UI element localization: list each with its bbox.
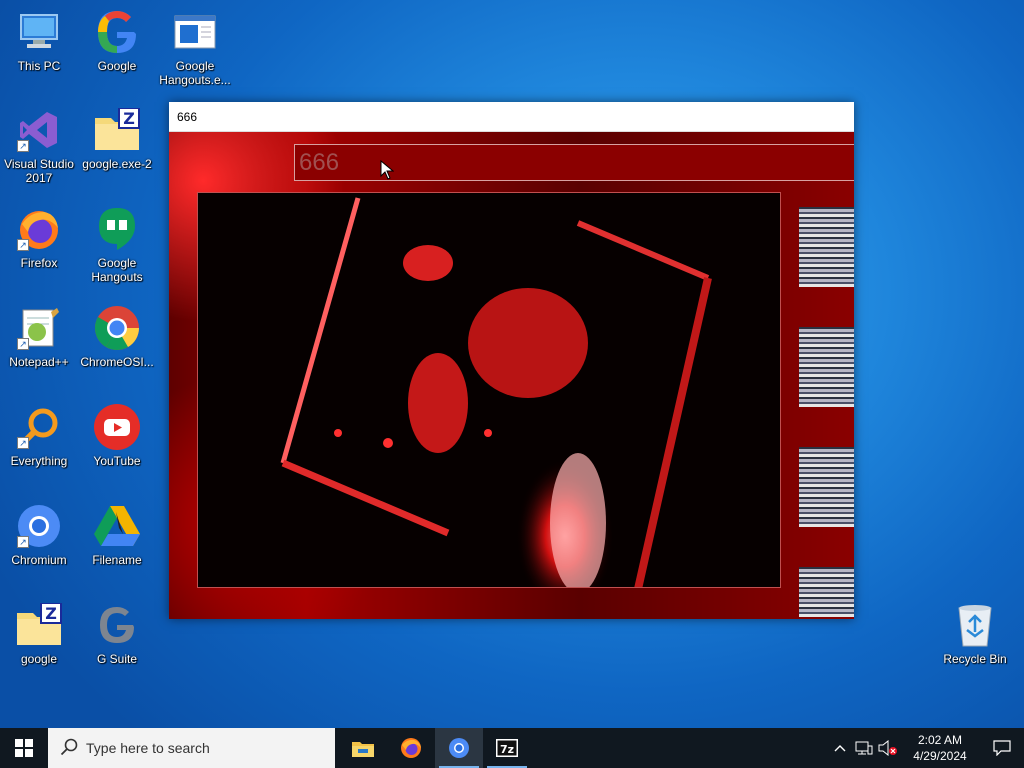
desktop-icon-label: Recycle Bin (943, 652, 1007, 666)
desktop-icon-label: Firefox (20, 256, 58, 270)
shortcut-arrow-icon: ↗ (17, 140, 29, 152)
taskbar-7zip[interactable]: 7z (483, 728, 531, 768)
svg-text:7z: 7z (500, 743, 514, 756)
hangouts-icon (93, 205, 141, 253)
shortcut-arrow-icon: ↗ (17, 338, 29, 350)
taskbar: Type here to search 7z 2:02 AM 4/29/2024 (0, 728, 1024, 768)
desktop-icon-label: Notepad++ (9, 355, 69, 369)
zip-folder-icon: Z (15, 601, 63, 649)
network-icon (855, 741, 873, 755)
volume-muted-icon (878, 740, 897, 756)
video-player[interactable] (197, 192, 781, 588)
firefox-icon: ↗ (15, 205, 63, 253)
magnifier-icon: ↗ (15, 403, 63, 451)
desktop-icon-label: ChromeOSI... (80, 355, 154, 369)
visual-studio-icon: ↗ (15, 106, 63, 154)
7zip-icon: 7z (496, 739, 518, 757)
volume-control[interactable] (876, 728, 900, 768)
desktop-icon-google-hangouts[interactable]: Google Hangouts (78, 205, 156, 284)
shortcut-arrow-icon: ↗ (17, 437, 29, 449)
related-thumbnails (799, 207, 854, 619)
taskbar-file-explorer[interactable] (339, 728, 387, 768)
desktop-icon-google-zip-2[interactable]: Z google.exe-2 (78, 106, 156, 171)
tray-overflow-chevron[interactable] (828, 728, 852, 768)
svg-text:Z: Z (45, 604, 57, 623)
app-window-icon (171, 8, 219, 56)
desktop-icon-label: This PC (17, 59, 61, 73)
system-tray: 2:02 AM 4/29/2024 (828, 728, 1024, 768)
clock-time: 2:02 AM (917, 733, 963, 747)
file-explorer-icon (352, 742, 374, 757)
app-window[interactable]: 666 666 (169, 102, 854, 619)
window-title[interactable]: 666 (169, 102, 854, 132)
desktop-icon-everything[interactable]: ↗ Everything (0, 403, 78, 468)
desktop-icon-notepad-plus[interactable]: ↗ Notepad++ (0, 304, 78, 369)
google-logo-icon (93, 8, 141, 56)
taskbar-chromium[interactable] (435, 728, 483, 768)
desktop-icon-label: Google Hangouts (91, 256, 143, 284)
shortcut-arrow-icon: ↗ (17, 239, 29, 251)
clock-date: 4/29/2024 (913, 749, 967, 763)
desktop-icon-this-pc[interactable]: This PC (0, 8, 78, 73)
desktop-icon-firefox[interactable]: ↗ Firefox (0, 205, 78, 270)
desktop-icon-label: YouTube (93, 454, 141, 468)
mouse-cursor-icon (380, 159, 395, 185)
search-icon (60, 738, 78, 759)
notification-icon (993, 740, 1011, 756)
chrome-icon (93, 304, 141, 352)
drive-icon (93, 502, 141, 550)
thumbnail[interactable] (799, 447, 854, 527)
desktop-icon-chromeosi[interactable]: ChromeOSI... (78, 304, 156, 369)
notepad-plus-icon: ↗ (15, 304, 63, 352)
desktop-icon-chromium[interactable]: ↗ Chromium (0, 502, 78, 567)
shortcut-arrow-icon: ↗ (17, 536, 29, 548)
computer-icon (15, 8, 63, 56)
recycle-bin-icon (951, 601, 999, 649)
chromium-icon (449, 738, 469, 758)
desktop-icon-youtube[interactable]: YouTube (78, 403, 156, 468)
desktop-icon-label: Chromium (11, 553, 67, 567)
desktop-icon-visual-studio[interactable]: ↗ Visual Studio 2017 (0, 106, 78, 185)
desktop-icon-label: Visual Studio 2017 (4, 157, 74, 185)
desktop-icon-label: Filename (92, 553, 142, 567)
desktop-icon-google[interactable]: Google (78, 8, 156, 73)
firefox-icon (401, 738, 421, 758)
desktop-icon-g-suite[interactable]: G Suite (78, 601, 156, 666)
desktop-icon-google-hangouts-exe[interactable]: Google Hangouts.e... (156, 8, 234, 87)
taskbar-firefox[interactable] (387, 728, 435, 768)
clock[interactable]: 2:02 AM 4/29/2024 (900, 732, 980, 764)
desktop-icon-label: google.exe-2 (82, 157, 152, 171)
desktop-icon-filename[interactable]: Filename (78, 502, 156, 567)
desktop-icon-label: Google (97, 59, 137, 73)
window-content: 666 (169, 132, 854, 619)
thumbnail[interactable] (799, 207, 854, 287)
search-input[interactable]: 666 (294, 144, 854, 181)
network-status[interactable] (852, 728, 876, 768)
thumbnail[interactable] (799, 567, 854, 617)
desktop-icon-label: Everything (10, 454, 68, 468)
chevron-up-icon (834, 745, 846, 752)
thumbnail[interactable] (799, 327, 854, 407)
taskbar-search-box[interactable]: Type here to search (48, 728, 335, 768)
start-button[interactable] (0, 728, 48, 768)
windows-logo-icon (15, 739, 33, 757)
desktop-icon-label: G Suite (96, 652, 138, 666)
desktop-icon-recycle-bin[interactable]: Recycle Bin (936, 601, 1014, 666)
search-placeholder: Type here to search (86, 740, 210, 756)
video-frame-image (198, 193, 780, 587)
desktop-icon-google-zip[interactable]: Z google (0, 601, 78, 666)
chromium-icon: ↗ (15, 502, 63, 550)
youtube-icon (93, 403, 141, 451)
desktop-icon-label: google (20, 652, 58, 666)
zip-folder-icon: Z (93, 106, 141, 154)
gsuite-icon (93, 601, 141, 649)
svg-text:Z: Z (123, 109, 135, 128)
desktop-icon-label: Google Hangouts.e... (159, 59, 231, 87)
action-center-button[interactable] (980, 728, 1024, 768)
